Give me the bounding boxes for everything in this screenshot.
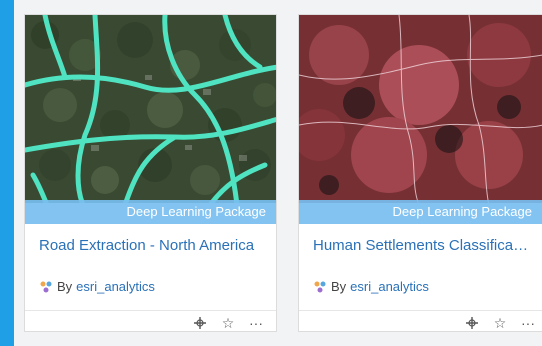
card-title[interactable]: Road Extraction - North America: [39, 237, 268, 254]
aerial-roads-image: [25, 15, 276, 203]
package-icon: [313, 280, 327, 294]
add-to-map-icon[interactable]: [462, 315, 482, 331]
owner-link[interactable]: esri_analytics: [350, 279, 429, 294]
item-card-road-extraction[interactable]: Deep Learning Package Road Extraction - …: [24, 14, 277, 332]
owner-link[interactable]: esri_analytics: [76, 279, 155, 294]
card-thumbnail[interactable]: [299, 15, 542, 203]
add-to-map-icon[interactable]: [190, 315, 210, 331]
package-icon: [39, 280, 53, 294]
card-divider: [25, 310, 276, 311]
more-options-icon[interactable]: ···: [246, 315, 266, 331]
star-outline-icon[interactable]: ☆: [218, 315, 238, 331]
by-label: By: [57, 279, 73, 294]
card-divider: [299, 310, 542, 311]
more-options-icon[interactable]: ···: [518, 315, 538, 331]
deep-learning-package-badge: Deep Learning Package: [25, 200, 276, 224]
item-card-human-settlements[interactable]: Deep Learning Package Human Settlements …: [298, 14, 542, 332]
by-label: By: [331, 279, 347, 294]
card-thumbnail[interactable]: [25, 15, 276, 203]
satellite-settlements-image: [299, 15, 542, 203]
deep-learning-package-badge: Deep Learning Package: [299, 200, 542, 224]
card-title[interactable]: Human Settlements Classifica…: [313, 237, 534, 254]
star-outline-icon[interactable]: ☆: [490, 315, 510, 331]
card-actions: ☆ ···: [462, 315, 538, 331]
card-owner: By esri_analytics: [39, 279, 155, 294]
card-owner: By esri_analytics: [313, 279, 429, 294]
card-actions: ☆ ···: [190, 315, 266, 331]
